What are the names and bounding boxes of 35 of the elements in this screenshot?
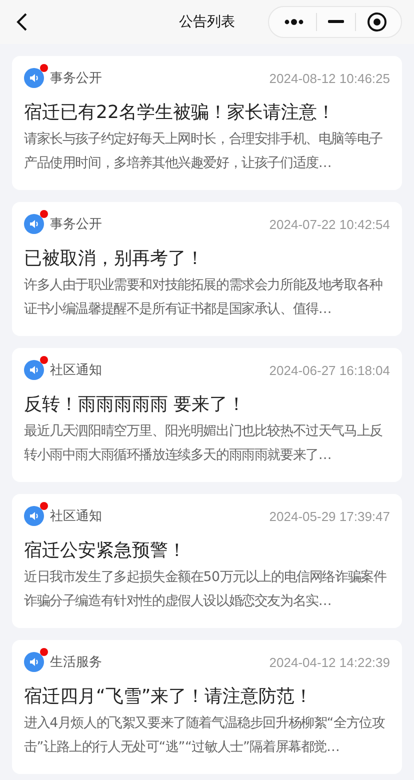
speaker-icon [24,652,44,672]
category-label: 事务公开 [50,216,102,233]
speaker-icon [24,506,44,526]
timestamp: 2024-05-29 17:39:47 [269,508,390,524]
notice-summary: 最近几天泗阳晴空万里、阳光明媚出门也比较热不过天气马上反转小雨中雨大雨循环播放连续多天的雨雨雨就要来了… [24,422,384,465]
notice-title: 宿迁公安紧急预警！ [24,539,187,563]
timestamp: 2024-06-27 16:18:04 [269,362,390,378]
notice-summary: 许多人由于职业需要和对技能拓展的需求会力所能及地考取各种证书小编温馨提醒不是所有证书都是国家承认、值得… [24,276,384,319]
notice-title: 反转！雨雨雨雨雨 要来了！ [24,393,247,417]
speaker-icon [24,214,44,234]
timestamp: 2024-07-22 10:42:54 [269,216,390,232]
notice-title: 宿迁已有22名学生被骗！家长请注意！ [24,101,336,125]
close-icon[interactable] [367,12,387,32]
notice-summary: 近日我市发生了多起损失金额在50万元以上的电信网络诈骗案件诈骗分子编造有针对性的虚假人设以婚恋交友为名实… [24,568,388,611]
minimize-icon[interactable] [328,20,344,24]
category-label: 社区通知 [50,362,102,379]
speaker-icon [24,360,44,380]
speaker-icon [24,68,44,88]
timestamp: 2024-04-12 14:22:39 [269,654,390,670]
more-icon[interactable] [283,18,305,26]
notice-summary: 请家长与孩子约定好每天上网时长，合理安排手机、电脑等电子产品使用时间，多培养其他兴趣爱好，让孩子们适度… [24,130,384,173]
notice-card[interactable]: 生活服务 2024-04-12 14:22:39 宿迁四月“飞雪”来了！请注意防范！ 进入4月烦人的飞絮又要来了随着气温稳步回升杨柳絮“全方位攻击”让路上的行人无处可“逃”“过敏人士”隔着屏幕都觉… [12,640,402,774]
category-label: 生活服务 [50,654,102,671]
notice-card[interactable]: 社区通知 2024-06-27 16:18:04 反转！雨雨雨雨雨 要来了！ 最近几天泗阳晴空万里、阳光明媚出门也比较热不过天气马上反转小雨中雨大雨循环播放连续多天的雨雨雨就要来了… [12,348,402,482]
notice-card[interactable]: 事务公开 2024-08-12 10:46:25 宿迁已有22名学生被骗！家长请注意！ 请家长与孩子约定好每天上网时长，合理安排手机、电脑等电子产品使用时间，多培养其他兴趣爱好，让孩子们适度… [12,56,402,190]
notice-title: 已被取消，别再考了！ [24,247,205,271]
back-icon[interactable] [16,12,28,32]
timestamp: 2024-08-12 10:46:25 [269,70,390,86]
notice-card[interactable]: 事务公开 2024-07-22 10:42:54 已被取消，别再考了！ 许多人由于职业需要和对技能拓展的需求会力所能及地考取各种证书小编温馨提醒不是所有证书都是国家承认、值得… [12,202,402,336]
category-label: 事务公开 [50,70,102,87]
page-title: 公告列表 [178,13,236,31]
notice-summary: 进入4月烦人的飞絮又要来了随着气温稳步回升杨柳絮“全方位攻击”让路上的行人无处可“逃”“过敏人士”隔着屏幕都觉… [24,714,386,757]
category-label: 社区通知 [50,508,102,525]
notice-title: 宿迁四月“飞雪”来了！请注意防范！ [24,685,314,709]
notice-card[interactable]: 社区通知 2024-05-29 17:39:47 宿迁公安紧急预警！ 近日我市发生了多起损失金额在50万元以上的电信网络诈骗案件诈骗分子编造有针对性的虚假人设以婚恋交友为名实… [12,494,402,628]
